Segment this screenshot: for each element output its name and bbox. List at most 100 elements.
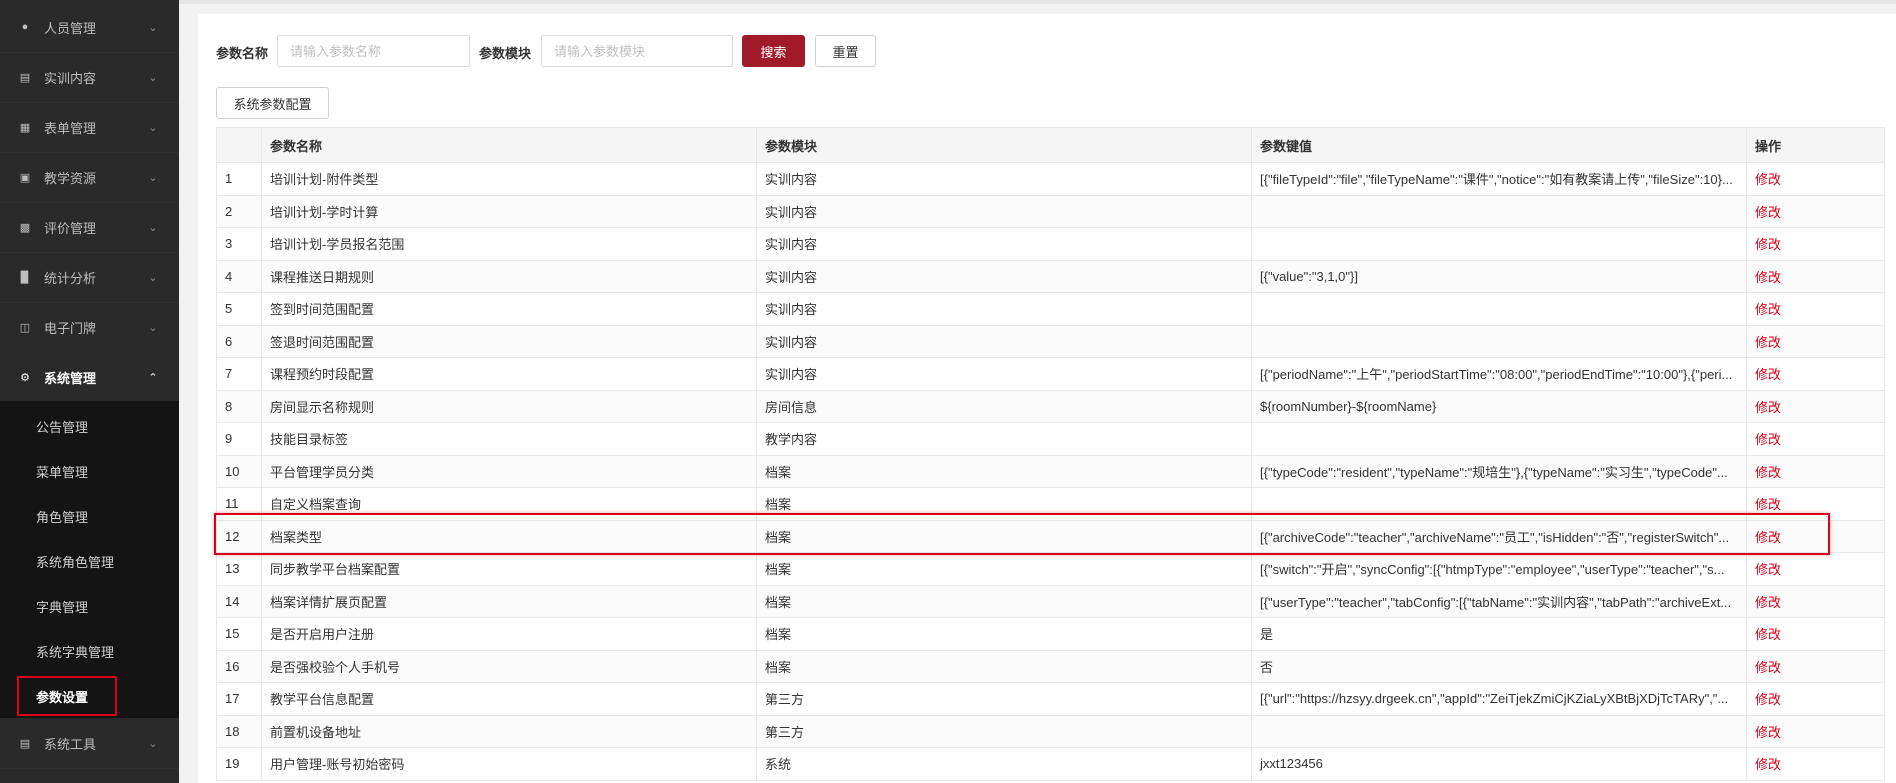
table-row: 9 技能目录标签 教学内容 修改 xyxy=(216,422,1885,456)
cell-param-name: 档案详情扩展页配置 xyxy=(261,584,757,618)
cell-index: 8 xyxy=(216,389,262,423)
table-row: 1 培训计划-附件类型 实训内容 [{"fileTypeId":"file","fil… xyxy=(216,162,1885,196)
param-name-input[interactable] xyxy=(277,35,470,67)
chevron-up-icon: ⌃ xyxy=(148,371,158,384)
cell-param-name: 是否强校验个人手机号 xyxy=(261,649,757,683)
chevron-down-icon: ⌄ xyxy=(148,71,158,84)
cell-param-name: 培训计划-附件类型 xyxy=(261,162,757,196)
table-row: 10 平台管理学员分类 档案 [{"typeCode":"resident","typ… xyxy=(216,454,1885,488)
col-header-index xyxy=(216,127,262,163)
submenu-item-menus[interactable]: 菜单管理 xyxy=(0,449,179,493)
submenu-item-roles[interactable]: 角色管理 xyxy=(0,494,179,538)
cell-param-module: 实训内容 xyxy=(756,292,1252,326)
cell-param-name: 前置机设备地址 xyxy=(261,714,757,748)
submenu-item-system-roles[interactable]: 系统角色管理 xyxy=(0,539,179,583)
edit-link[interactable]: 修改 xyxy=(1746,292,1885,326)
sidebar-item-evaluation[interactable]: ▩ 评价管理 ⌄ xyxy=(0,202,179,253)
cell-param-name: 培训计划-学时计算 xyxy=(261,194,757,228)
sidebar-item-label: 表单管理 xyxy=(44,120,97,136)
sidebar-item-tools[interactable]: ▤ 系统工具 ⌄ xyxy=(0,718,179,769)
edit-link[interactable]: 修改 xyxy=(1746,584,1885,618)
cell-index: 5 xyxy=(216,292,262,326)
cell-param-value: 是 xyxy=(1251,617,1747,651)
submenu-item-notices[interactable]: 公告管理 xyxy=(0,404,179,448)
table-row: 16 是否强校验个人手机号 档案否修改 xyxy=(216,649,1885,683)
edit-link[interactable]: 修改 xyxy=(1746,162,1885,196)
sidebar-item-label: 人员管理 xyxy=(44,20,97,36)
edit-link[interactable]: 修改 xyxy=(1746,552,1885,586)
sidebar-item-signage[interactable]: ◫ 电子门牌 ⌄ xyxy=(0,302,179,353)
cell-index: 9 xyxy=(216,422,262,456)
toolbox-icon: ▤ xyxy=(19,737,31,750)
monitor-icon: ◫ xyxy=(19,321,31,334)
cell-index: 10 xyxy=(216,454,262,488)
submenu-item-system-dictionary[interactable]: 系统字典管理 xyxy=(0,629,179,673)
edit-link[interactable]: 修改 xyxy=(1746,194,1885,228)
cell-param-value: [{"fileTypeId":"file","fileTypeName":"课件… xyxy=(1251,162,1747,196)
edit-link[interactable]: 修改 xyxy=(1746,649,1885,683)
document-icon: ▤ xyxy=(19,71,31,84)
cell-param-module: 第三方 xyxy=(756,682,1252,716)
edit-link[interactable]: 修改 xyxy=(1746,747,1885,781)
system-submenu: 公告管理 菜单管理 角色管理 系统角色管理 字典管理 系统字典管理 参数设置 xyxy=(0,401,179,718)
cell-param-value xyxy=(1251,422,1747,456)
sidebar-item-personnel[interactable]: ● 人员管理 ⌄ xyxy=(0,2,179,53)
cell-param-module: 档案 xyxy=(756,617,1252,651)
edit-link[interactable]: 修改 xyxy=(1746,617,1885,651)
edit-link[interactable]: 修改 xyxy=(1746,422,1885,456)
cell-index: 4 xyxy=(216,259,262,293)
top-bar xyxy=(179,0,1896,4)
submenu-item-dictionary[interactable]: 字典管理 xyxy=(0,584,179,628)
table-row: 15 是否开启用户注册 档案是修改 xyxy=(216,617,1885,651)
cell-index: 1 xyxy=(216,162,262,196)
form-icon: ▦ xyxy=(19,121,31,134)
edit-link[interactable]: 修改 xyxy=(1746,357,1885,391)
edit-link[interactable]: 修改 xyxy=(1746,227,1885,261)
col-header-value: 参数键值 xyxy=(1251,127,1747,163)
edit-link[interactable]: 修改 xyxy=(1746,454,1885,488)
reset-button[interactable]: 重置 xyxy=(815,35,876,67)
sidebar-item-label: 系统工具 xyxy=(44,736,97,752)
sidebar-item-statistics[interactable]: ▉ 统计分析 ⌄ xyxy=(0,252,179,303)
cell-param-name: 签到时间范围配置 xyxy=(261,292,757,326)
edit-link[interactable]: 修改 xyxy=(1746,259,1885,293)
param-name-label: 参数名称 xyxy=(216,46,269,61)
cell-param-value: [{"switch":"开启","syncConfig":[{"htmpType… xyxy=(1251,552,1747,586)
cell-index: 2 xyxy=(216,194,262,228)
cell-index: 16 xyxy=(216,649,262,683)
cell-param-name: 档案类型 xyxy=(261,519,757,553)
sidebar-item-label: 评价管理 xyxy=(44,220,97,236)
sidebar-item-system[interactable]: ⚙ 系统管理 ⌃ xyxy=(0,352,179,403)
system-config-button[interactable]: 系统参数配置 xyxy=(216,87,329,119)
edit-link[interactable]: 修改 xyxy=(1746,324,1885,358)
edit-link[interactable]: 修改 xyxy=(1746,519,1885,553)
edit-link[interactable]: 修改 xyxy=(1746,487,1885,521)
sidebar-item-forms[interactable]: ▦ 表单管理 ⌄ xyxy=(0,102,179,153)
cell-param-value xyxy=(1251,714,1747,748)
cell-param-name: 平台管理学员分类 xyxy=(261,454,757,488)
col-header-action: 操作 xyxy=(1746,127,1885,163)
param-module-input[interactable] xyxy=(541,35,733,67)
cell-param-module: 第三方 xyxy=(756,714,1252,748)
cell-param-value: ${roomNumber}-${roomName} xyxy=(1251,389,1747,423)
cell-index: 13 xyxy=(216,552,262,586)
cell-param-value xyxy=(1251,487,1747,521)
cell-param-name: 教学平台信息配置 xyxy=(261,682,757,716)
sidebar-item-resources[interactable]: ▣ 教学资源 ⌄ xyxy=(0,152,179,203)
table-row: 7 课程预约时段配置 实训内容 [{"periodName":"上午","period… xyxy=(216,357,1885,391)
cell-index: 15 xyxy=(216,617,262,651)
table-row: 5 签到时间范围配置 实训内容 修改 xyxy=(216,292,1885,326)
cell-param-value: [{"archiveCode":"teacher","archiveName":… xyxy=(1251,519,1747,553)
table-row: 2 培训计划-学时计算 实训内容 修改 xyxy=(216,194,1885,228)
edit-link[interactable]: 修改 xyxy=(1746,714,1885,748)
sidebar-item-training[interactable]: ▤ 实训内容 ⌄ xyxy=(0,52,179,103)
cell-param-value: [{"value":"3,1,0"}] xyxy=(1251,259,1747,293)
cell-param-module: 系统 xyxy=(756,747,1252,781)
cell-param-name: 签退时间范围配置 xyxy=(261,324,757,358)
edit-link[interactable]: 修改 xyxy=(1746,389,1885,423)
edit-link[interactable]: 修改 xyxy=(1746,682,1885,716)
table-row: 6 签退时间范围配置 实训内容 修改 xyxy=(216,324,1885,358)
submenu-item-parameters[interactable]: 参数设置 xyxy=(0,674,179,718)
search-button[interactable]: 搜索 xyxy=(742,35,805,67)
sidebar-item-label: 电子门牌 xyxy=(44,320,97,336)
